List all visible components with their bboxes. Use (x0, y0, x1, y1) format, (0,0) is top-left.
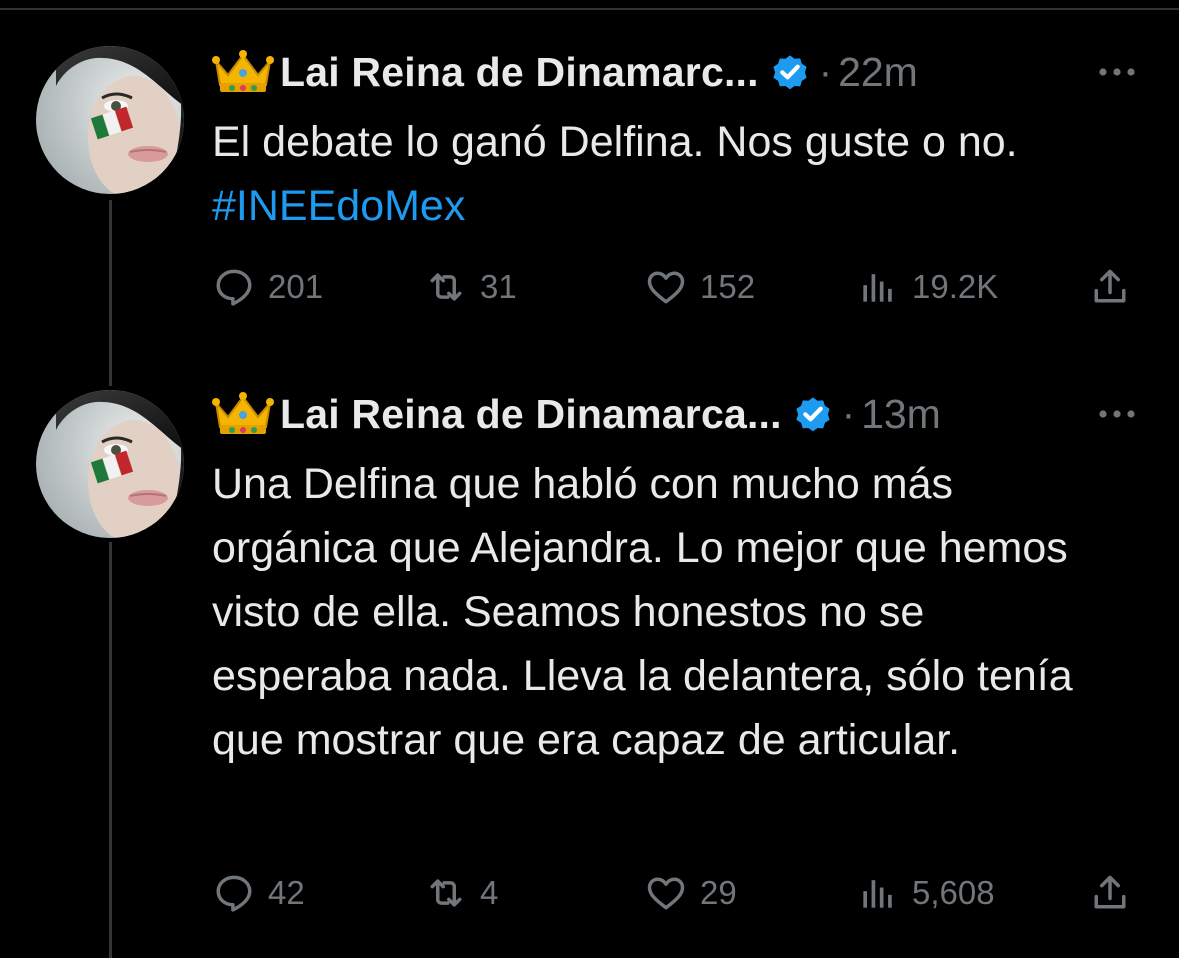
reply-button[interactable]: 201 (212, 262, 323, 312)
share-button[interactable] (1088, 868, 1144, 918)
like-count: 29 (700, 874, 737, 911)
separator-dot: · (818, 49, 833, 94)
tweet-actions: 201 31 152 19.2K (212, 262, 1142, 312)
tweet-text: Una Delfina que habló con mucho más orgá… (212, 452, 1112, 772)
like-count: 152 (700, 268, 756, 305)
avatar[interactable] (36, 46, 184, 194)
tweet-header: Lai Reina de Dinamarca... · 13m (212, 386, 941, 442)
views-button[interactable]: 19.2K (856, 262, 998, 312)
views-chart-icon (856, 265, 900, 309)
more-options-icon[interactable] (1095, 404, 1139, 424)
retweet-count: 4 (480, 874, 499, 911)
hashtag-link[interactable]: #INEEdoMex (212, 182, 465, 230)
like-button[interactable]: 29 (644, 868, 737, 918)
verified-badge-icon[interactable] (792, 393, 834, 435)
reply-count: 42 (268, 874, 305, 911)
tweet-header: Lai Reina de Dinamarc... · 22m (212, 44, 918, 100)
views-chart-icon (856, 871, 900, 915)
display-name[interactable]: Lai Reina de Dinamarca... (280, 391, 782, 438)
more-options-icon[interactable] (1095, 62, 1139, 82)
retweet-icon (424, 871, 468, 915)
avatar[interactable] (36, 390, 184, 538)
crown-icon (212, 49, 274, 95)
views-button[interactable]: 5,608 (856, 868, 995, 918)
crown-icon (212, 391, 274, 437)
tweet[interactable]: Lai Reina de Dinamarca... · 13m Una Delf… (0, 380, 1179, 958)
tweet[interactable]: Lai Reina de Dinamarc... · 22m El debate… (0, 0, 1179, 380)
timestamp[interactable]: 13m (861, 391, 941, 438)
retweet-icon (424, 265, 468, 309)
reply-icon (212, 871, 256, 915)
reply-icon (212, 265, 256, 309)
separator-dot: · (841, 391, 856, 436)
reply-button[interactable]: 42 (212, 868, 305, 918)
tweet-text: El debate lo ganó Delfina. Nos guste o n… (212, 110, 1122, 238)
views-count: 19.2K (912, 268, 999, 305)
retweet-button[interactable]: 4 (424, 868, 498, 918)
views-count: 5,608 (912, 874, 995, 911)
timestamp[interactable]: 22m (838, 49, 918, 96)
share-icon (1088, 265, 1132, 309)
like-button[interactable]: 152 (644, 262, 755, 312)
heart-icon (644, 265, 688, 309)
display-name[interactable]: Lai Reina de Dinamarc... (280, 49, 759, 96)
retweet-count: 31 (480, 268, 517, 305)
tweet-actions: 42 4 29 5,608 (212, 868, 1142, 918)
tweet-text-body: Una Delfina que habló con mucho más orgá… (212, 460, 1073, 764)
share-button[interactable] (1088, 262, 1144, 312)
retweet-button[interactable]: 31 (424, 262, 517, 312)
verified-badge-icon[interactable] (769, 51, 811, 93)
tweet-text-body: El debate lo ganó Delfina. Nos guste o n… (212, 118, 1018, 166)
share-icon (1088, 871, 1132, 915)
reply-count: 201 (268, 268, 324, 305)
heart-icon (644, 871, 688, 915)
